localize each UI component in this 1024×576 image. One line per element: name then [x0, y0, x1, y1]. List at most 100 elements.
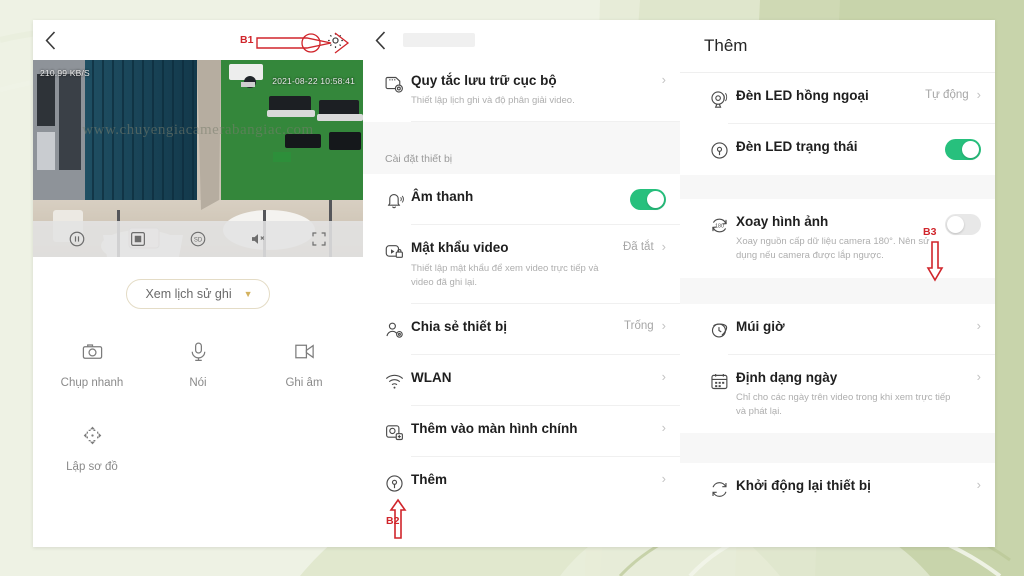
- wifi-icon: [377, 369, 411, 392]
- add-to-homescreen-icon: [377, 420, 411, 443]
- section-spacer: [680, 277, 995, 304]
- annotation-label-b3: B3: [923, 226, 937, 238]
- video-watermark: www.chuyengiacamerabangiac.com: [82, 122, 314, 138]
- row-timezone[interactable]: Múi giờ ›: [680, 303, 995, 355]
- row-title: Âm thanh: [411, 189, 474, 205]
- fullscreen-icon[interactable]: [310, 230, 328, 248]
- history-button-label: Xem lịch sử ghi: [145, 287, 232, 301]
- row-local-storage-rule[interactable]: Quy tắc lưu trữ cục bộ Thiết lập lịch gh…: [363, 60, 680, 123]
- more-settings-icon: [377, 471, 411, 494]
- chevron-right-icon: ›: [661, 318, 666, 334]
- action-pan-tilt[interactable]: Lập sơ đồ: [39, 423, 145, 473]
- pan-tilt-icon: [81, 423, 104, 447]
- speaker-mute-icon[interactable]: [249, 230, 267, 248]
- quick-actions-grid: Chụp nhanh Nói Ghi âm Lập sơ đồ: [33, 339, 363, 473]
- row-subtitle: Thiết lập lịch ghi và độ phân giải video…: [411, 95, 575, 107]
- section-header-device-settings: Cài đặt thiết bị: [363, 144, 680, 175]
- chevron-right-icon: ›: [661, 420, 666, 436]
- hd-circle-icon[interactable]: SD: [189, 230, 207, 248]
- video-bitrate-osd: 210.99 KB/S: [40, 68, 90, 78]
- annotation-label-b1: B1: [240, 34, 254, 46]
- row-title: Định dạng ngày: [736, 369, 838, 385]
- chevron-right-icon: ›: [661, 239, 666, 255]
- calendar-icon: [702, 369, 736, 392]
- camera-icon: [81, 339, 104, 363]
- action-snapshot[interactable]: Chụp nhanh: [39, 339, 145, 389]
- row-value: Tự động: [925, 88, 969, 101]
- gear-icon[interactable]: [326, 31, 345, 50]
- row-title: Khởi động lại thiết bị: [736, 478, 871, 494]
- action-label: Chụp nhanh: [60, 377, 124, 389]
- view-recording-history-button[interactable]: Xem lịch sử ghi ▼: [126, 279, 270, 309]
- row-title: WLAN: [411, 370, 452, 386]
- row-subtitle: Chỉ cho các ngày trên video trong khi xe…: [736, 391, 951, 418]
- row-add-to-homescreen[interactable]: Thêm vào màn hình chính ›: [363, 406, 680, 458]
- stop-square-icon[interactable]: [129, 230, 147, 248]
- row-more-settings[interactable]: Thêm ›: [363, 457, 680, 509]
- timezone-globe-icon: [702, 318, 736, 341]
- toggle-knob: [947, 216, 964, 233]
- row-sound[interactable]: Âm thanh: [363, 174, 680, 226]
- status-led-icon: [702, 138, 736, 161]
- row-share-device[interactable]: Chia sẻ thiết bị Trống ›: [363, 304, 680, 356]
- section-spacer: [680, 175, 995, 199]
- row-title: Đèn LED hồng ngoại: [736, 88, 869, 103]
- row-video-password[interactable]: Mật khẩu video Thiết lập mật khẩu để xem…: [363, 225, 680, 305]
- page-title: Thêm: [680, 20, 995, 72]
- row-infrared-led[interactable]: Đèn LED hồng ngoại Tự động ›: [680, 73, 995, 124]
- action-label: Ghi âm: [285, 377, 323, 389]
- bell-sound-icon: [377, 188, 411, 211]
- row-subtitle: Xoay nguồn cấp dữ liệu camera 180°. Nên …: [736, 236, 930, 262]
- action-label: Lập sơ đồ: [66, 461, 118, 473]
- toggle-knob: [647, 191, 664, 209]
- back-icon[interactable]: [33, 20, 67, 60]
- row-status-led[interactable]: Đèn LED trạng thái: [680, 124, 995, 175]
- action-label: Nói: [189, 377, 207, 389]
- row-wlan[interactable]: WLAN ›: [363, 355, 680, 407]
- microphone-icon: [187, 339, 210, 363]
- sound-toggle[interactable]: [630, 189, 666, 211]
- row-title: Múi giờ: [736, 318, 785, 334]
- infrared-led-icon: [702, 87, 736, 110]
- svg-text:180: 180: [715, 223, 724, 229]
- camera-video-feed[interactable]: 210.99 KB/S 2021-08-22 10:58:41 www.chuy…: [33, 60, 363, 257]
- row-restart-device[interactable]: Khởi động lại thiết bị ›: [680, 463, 995, 515]
- video-timestamp-osd: 2021-08-22 10:58:41: [272, 76, 355, 86]
- chevron-down-icon: ▼: [243, 289, 253, 299]
- row-title: Mật khẩu video: [411, 240, 509, 256]
- row-value: Đã tắt: [622, 240, 654, 253]
- row-title: Thêm vào màn hình chính: [411, 421, 578, 437]
- chevron-right-icon: ›: [661, 72, 666, 87]
- chevron-right-icon: ›: [976, 477, 981, 493]
- row-title: Quy tắc lưu trữ cục bộ: [411, 73, 557, 88]
- svg-text:SD: SD: [194, 237, 203, 243]
- section-spacer: [680, 433, 995, 464]
- settings-topbar: [363, 20, 680, 60]
- row-title: Đèn LED trạng thái: [736, 139, 858, 154]
- action-talk[interactable]: Nói: [145, 339, 251, 389]
- share-user-icon: [377, 318, 411, 341]
- row-value: Trống: [624, 319, 654, 332]
- row-rotate-image[interactable]: 180 Xoay hình ảnh Xoay nguồn cấp dữ liệu…: [680, 199, 995, 278]
- video-record-icon: [293, 339, 316, 363]
- chevron-right-icon: ›: [661, 369, 666, 385]
- rotate-180-icon: 180: [702, 213, 736, 236]
- rotate-image-toggle[interactable]: [945, 214, 981, 235]
- toggle-knob: [962, 141, 979, 158]
- action-record[interactable]: Ghi âm: [251, 339, 357, 389]
- live-topbar: [33, 20, 363, 60]
- section-spacer: [363, 122, 680, 145]
- pause-button[interactable]: [68, 230, 86, 248]
- chevron-right-icon: ›: [976, 317, 981, 333]
- redacted-device-name: [403, 33, 475, 47]
- device-settings-panel: Quy tắc lưu trữ cục bộ Thiết lập lịch gh…: [363, 20, 680, 547]
- history-button-row: Xem lịch sử ghi ▼: [33, 279, 363, 309]
- video-lock-icon: [377, 239, 411, 262]
- player-control-bar: SD: [33, 221, 363, 257]
- row-title: Chia sẻ thiết bị: [411, 319, 508, 335]
- row-title: Thêm: [411, 472, 448, 488]
- row-date-format[interactable]: Định dạng ngày Chỉ cho các ngày trên vid…: [680, 354, 995, 434]
- restart-icon: [702, 477, 736, 500]
- status-led-toggle[interactable]: [945, 139, 981, 160]
- back-icon[interactable]: [363, 20, 397, 60]
